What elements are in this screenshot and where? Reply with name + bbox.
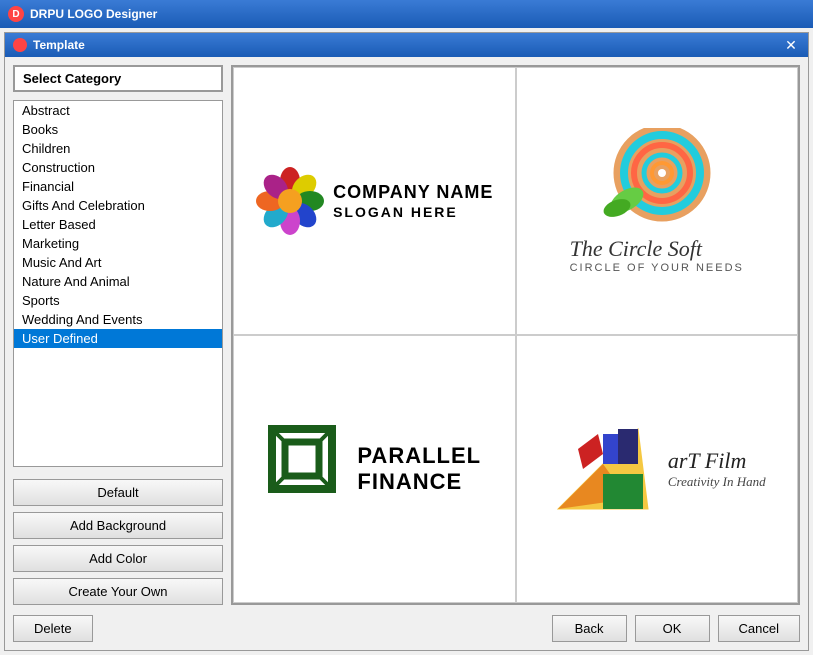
cancel-button[interactable]: Cancel bbox=[718, 615, 800, 642]
category-item-gifts[interactable]: Gifts And Celebration bbox=[14, 196, 222, 215]
category-item-books[interactable]: Books bbox=[14, 120, 222, 139]
category-item-nature[interactable]: Nature And Animal bbox=[14, 272, 222, 291]
artfilm-svg bbox=[548, 419, 658, 519]
dialog-close-button[interactable]: ✕ bbox=[782, 36, 800, 54]
dialog-title: Template bbox=[33, 38, 776, 52]
template-cell-4[interactable]: arT Film Creativity In Hand bbox=[516, 335, 799, 603]
category-item-construction[interactable]: Construction bbox=[14, 158, 222, 177]
logo4-tagline: Creativity In Hand bbox=[668, 474, 766, 490]
logo2: The Circle Soft CIRCLE OF YOUR NEEDS bbox=[570, 128, 744, 274]
logo1-slogan: SLOGAN HERE bbox=[333, 204, 493, 220]
logo4: arT Film Creativity In Hand bbox=[548, 419, 766, 519]
title-bar: D DRPU LOGO Designer bbox=[0, 0, 813, 28]
dialog-icon bbox=[13, 38, 27, 52]
logo1-text: COMPANY NAME SLOGAN HERE bbox=[333, 182, 493, 220]
dialog-title-bar: Template ✕ bbox=[5, 33, 808, 57]
logo1-company: COMPANY NAME bbox=[333, 182, 493, 204]
logo4-name: arT Film bbox=[668, 448, 766, 474]
logo3-line1: PARALLEL bbox=[357, 443, 481, 469]
app-icon: D bbox=[8, 6, 24, 22]
left-panel: Select Category Abstract Books Children … bbox=[13, 65, 223, 605]
add-background-button[interactable]: Add Background bbox=[13, 512, 223, 539]
action-buttons: Default Add Background Add Color Create … bbox=[13, 479, 223, 605]
category-item-user-defined[interactable]: User Defined bbox=[14, 329, 222, 348]
category-list[interactable]: Abstract Books Children Construction Fin… bbox=[13, 100, 223, 467]
logo4-text: arT Film Creativity In Hand bbox=[668, 448, 766, 490]
dialog: Template ✕ Select Category Abstract Book… bbox=[4, 32, 809, 651]
category-item-financial[interactable]: Financial bbox=[14, 177, 222, 196]
category-label: Select Category bbox=[13, 65, 223, 92]
logo2-name: The Circle Soft bbox=[570, 236, 744, 262]
logo2-tagline: CIRCLE OF YOUR NEEDS bbox=[570, 262, 744, 274]
category-item-sports[interactable]: Sports bbox=[14, 291, 222, 310]
delete-button[interactable]: Delete bbox=[13, 615, 93, 642]
category-item-marketing[interactable]: Marketing bbox=[14, 234, 222, 253]
logo3: PARALLEL FINANCE bbox=[267, 424, 481, 514]
create-your-own-button[interactable]: Create Your Own bbox=[13, 578, 223, 605]
default-button[interactable]: Default bbox=[13, 479, 223, 506]
squares-svg bbox=[267, 424, 347, 514]
template-cell-3[interactable]: PARALLEL FINANCE bbox=[233, 335, 516, 603]
flower-svg bbox=[255, 166, 325, 236]
bottom-bar: Delete Back OK Cancel bbox=[13, 605, 800, 642]
category-item-children[interactable]: Children bbox=[14, 139, 222, 158]
add-color-button[interactable]: Add Color bbox=[13, 545, 223, 572]
category-item-wedding[interactable]: Wedding And Events bbox=[14, 310, 222, 329]
ok-button[interactable]: OK bbox=[635, 615, 710, 642]
category-item-letter[interactable]: Letter Based bbox=[14, 215, 222, 234]
circle-svg bbox=[597, 128, 717, 228]
app-title: DRPU LOGO Designer bbox=[30, 7, 805, 21]
logo3-line2: FINANCE bbox=[357, 469, 481, 495]
category-item-abstract[interactable]: Abstract bbox=[14, 101, 222, 120]
template-cell-1[interactable]: COMPANY NAME SLOGAN HERE bbox=[233, 67, 516, 335]
template-cell-2[interactable]: The Circle Soft CIRCLE OF YOUR NEEDS bbox=[516, 67, 799, 335]
logo1: COMPANY NAME SLOGAN HERE bbox=[255, 166, 493, 236]
logo2-text: The Circle Soft CIRCLE OF YOUR NEEDS bbox=[570, 236, 744, 274]
category-item-music[interactable]: Music And Art bbox=[14, 253, 222, 272]
dialog-content: Select Category Abstract Books Children … bbox=[13, 65, 800, 605]
logo3-text: PARALLEL FINANCE bbox=[357, 443, 481, 496]
template-grid: COMPANY NAME SLOGAN HERE bbox=[231, 65, 800, 605]
back-button[interactable]: Back bbox=[552, 615, 627, 642]
